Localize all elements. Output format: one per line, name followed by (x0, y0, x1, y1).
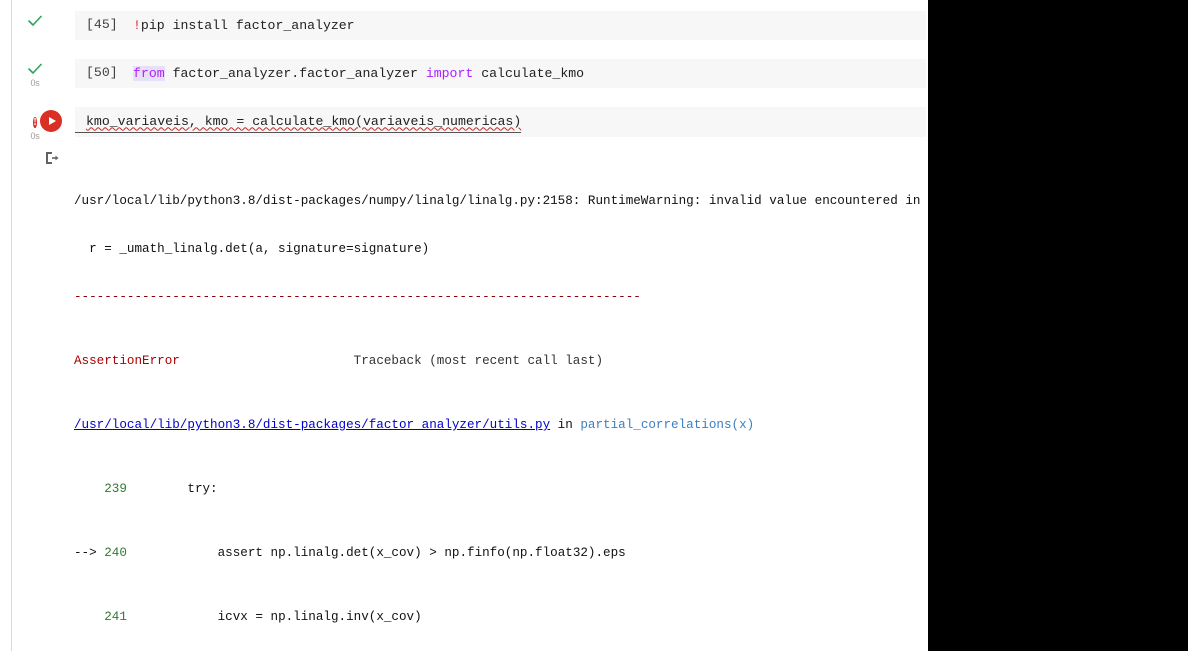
traceback-label-1 (180, 354, 354, 368)
source-line-241: 241 icvx = np.linalg.inv(x_cov) (74, 609, 928, 625)
runtime-warning-line: /usr/local/lib/python3.8/dist-packages/n… (74, 194, 928, 208)
cell-status-45[interactable] (20, 15, 50, 30)
play-triangle (48, 117, 56, 125)
lineno-239: 239 (104, 482, 127, 496)
code-text-50[interactable]: from factor_analyzer.factor_analyzer imp… (75, 64, 584, 84)
assertionerror-name: AssertionError (74, 354, 180, 368)
code-239: try: (126, 482, 218, 496)
file-link-utils-py[interactable]: /usr/local/lib/python3.8/dist-packages/f… (74, 418, 550, 432)
code-cell-body-error[interactable]: kmo_variaveis, kmo = calculate_kmo(varia… (75, 107, 926, 137)
cell-timing-50: 0s (30, 78, 40, 88)
error-badge-icon: ! (33, 117, 37, 128)
cell-execution-count-50: [50] (86, 65, 118, 80)
function-name-1: partial_correlations(x) (580, 418, 755, 432)
frame-file-1: /usr/local/lib/python3.8/dist-packages/f… (74, 417, 928, 433)
green-check-icon (20, 15, 50, 31)
cell-status-50[interactable]: 0s (20, 63, 50, 88)
colab-notebook-root: [45] !pip install factor_analyzer 0s [50… (0, 0, 928, 651)
in-keyword-1: in (550, 418, 581, 432)
lineno-240: 240 (104, 546, 127, 560)
module-path-token: factor_analyzer.factor_analyzer (164, 65, 426, 81)
code-cell-45[interactable]: [45] !pip install factor_analyzer (12, 11, 926, 40)
cell-timing-error: 0s (30, 131, 40, 141)
code-cell-50[interactable]: 0s [50] from factor_analyzer.factor_anal… (12, 59, 926, 88)
arrow-239 (74, 482, 104, 496)
shell-command-token: pip install factor_analyzer (140, 17, 355, 33)
code-241: icvx = np.linalg.inv(x_cov) (126, 610, 422, 624)
code-240: assert np.linalg.det(x_cov) > np.finfo(n… (126, 546, 626, 560)
source-line-240: --> 240 assert np.linalg.det(x_cov) > np… (74, 545, 928, 561)
traceback-label-1-text: Traceback (most recent call last) (353, 354, 604, 368)
runtime-warning-code: r = _umath_linalg.det(a, signature=signa… (74, 242, 430, 256)
output-arrow-icon (43, 149, 61, 167)
lineno-241: 241 (104, 610, 127, 624)
source-line-239: 239 try: (74, 481, 928, 497)
traceback-text: /usr/local/lib/python3.8/dist-packages/n… (74, 145, 928, 651)
shell-bang-token: ! (133, 17, 141, 33)
cell-execution-count-45: [45] (86, 17, 118, 32)
code-cell-body-50[interactable]: [50] from factor_analyzer.factor_analyze… (75, 59, 926, 88)
code-text-error[interactable]: kmo_variaveis, kmo = calculate_kmo(varia… (75, 112, 522, 133)
separator-dashes: ----------------------------------------… (74, 290, 641, 304)
imported-name-token: calculate_kmo (473, 65, 585, 81)
code-cell-body-45[interactable]: [45] !pip install factor_analyzer (75, 11, 926, 40)
keyword-from-token: from (133, 65, 165, 81)
gutter-divider (11, 0, 12, 651)
arrow-241 (74, 610, 104, 624)
run-play-icon[interactable] (40, 110, 62, 132)
assertionerror-header: AssertionError Traceback (most recent ca… (74, 353, 928, 369)
keyword-import-token: import (425, 65, 474, 81)
code-cell-error[interactable]: ! 0s kmo_variaveis, kmo = calculate_kmo(… (12, 107, 926, 141)
arrow-240: --> (74, 546, 105, 560)
green-check-icon (20, 63, 50, 79)
